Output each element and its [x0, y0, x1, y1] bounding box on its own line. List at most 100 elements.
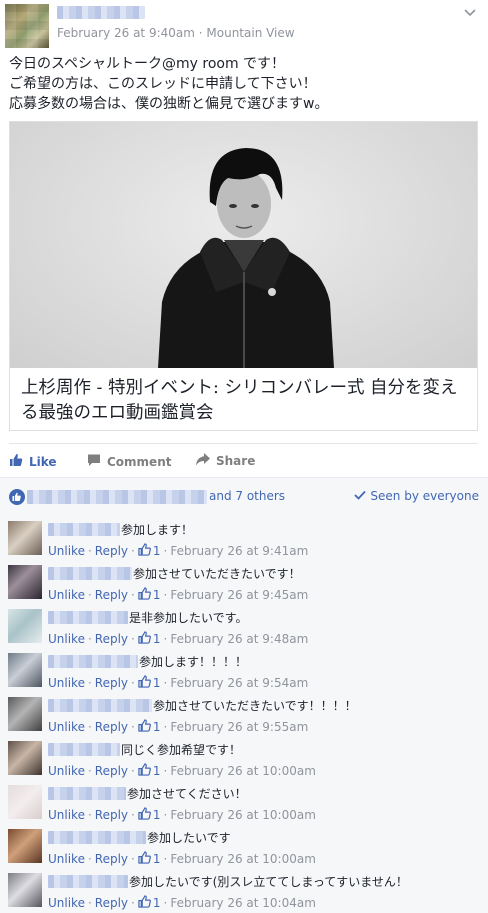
separator: · — [163, 852, 168, 866]
comment-text: 参加します！ — [121, 523, 194, 537]
comment-actions: Unlike · Reply · 1 · February 26 at 10:00am — [48, 807, 316, 823]
reply-link[interactable]: Reply — [95, 588, 128, 602]
separator: · — [131, 852, 135, 866]
commenter-name-redacted[interactable] — [48, 831, 146, 844]
link-preview-card[interactable]: 上杉周作 - 特別イベント: シリコンバレー式 自分を変える最強のエロ動画鑑賞会 — [9, 121, 478, 431]
comment-like-count[interactable]: 1 — [138, 807, 161, 823]
author-avatar[interactable] — [5, 4, 49, 48]
meta-separator: · — [194, 26, 207, 40]
unlike-link[interactable]: Unlike — [48, 632, 85, 646]
comment-text: 参加させてください！ — [127, 787, 247, 801]
comment-like-count[interactable]: 1 — [138, 763, 161, 779]
commenter-avatar[interactable] — [8, 741, 42, 775]
separator: · — [87, 676, 92, 690]
commenter-name-redacted[interactable] — [48, 699, 152, 712]
thumbs-up-outline-icon — [138, 895, 151, 911]
unlike-link[interactable]: Unlike — [48, 808, 85, 822]
unlike-link[interactable]: Unlike — [48, 720, 85, 734]
post-text: 今日のスペシャルトーク@my room です！ ご希望の方は、このスレッドに申請… — [9, 54, 479, 114]
comment-timestamp[interactable]: February 26 at 10:00am — [170, 764, 316, 778]
comment-timestamp[interactable]: February 26 at 10:00am — [170, 808, 316, 822]
separator: · — [163, 676, 168, 690]
unlike-link[interactable]: Unlike — [48, 764, 85, 778]
link-preview-title[interactable]: 上杉周作 - 特別イベント: シリコンバレー式 自分を変える最強のエロ動画鑑賞会 — [21, 376, 471, 426]
comment-timestamp[interactable]: February 26 at 9:55am — [170, 720, 308, 734]
comment-like-count[interactable]: 1 — [138, 543, 161, 559]
separator: · — [131, 764, 135, 778]
commenter-name-redacted[interactable] — [48, 611, 128, 624]
seen-by-everyone[interactable]: Seen by everyone — [354, 489, 479, 503]
comment-timestamp[interactable]: February 26 at 9:45am — [170, 588, 308, 602]
commenter-name-redacted[interactable] — [48, 743, 120, 756]
reply-link[interactable]: Reply — [95, 720, 128, 734]
comment-text: 是非参加したいです。 — [129, 611, 248, 625]
commenter-avatar[interactable] — [8, 785, 42, 819]
unlike-link[interactable]: Unlike — [48, 896, 85, 910]
commenter-avatar[interactable] — [8, 873, 42, 907]
separator: · — [87, 896, 92, 910]
comment-actions: Unlike · Reply · 1 · February 26 at 10:00am — [48, 763, 316, 779]
commenter-name-redacted[interactable] — [48, 655, 138, 668]
reply-link[interactable]: Reply — [95, 808, 128, 822]
commenter-name-redacted[interactable] — [48, 875, 128, 888]
thumbs-up-outline-icon — [138, 587, 151, 603]
comment-timestamp[interactable]: February 26 at 9:41am — [170, 544, 308, 558]
separator: · — [131, 808, 135, 822]
comment-timestamp[interactable]: February 26 at 9:48am — [170, 632, 308, 646]
commenter-avatar[interactable] — [8, 653, 42, 687]
likes-others-link[interactable]: and 7 others — [209, 489, 285, 503]
unlike-link[interactable]: Unlike — [48, 588, 85, 602]
separator: · — [87, 852, 92, 866]
likers-names-redacted[interactable] — [27, 490, 207, 504]
post-location[interactable]: Mountain View — [206, 26, 294, 40]
commenter-avatar[interactable] — [8, 697, 42, 731]
comment-like-count[interactable]: 1 — [138, 675, 161, 691]
comment-timestamp[interactable]: February 26 at 10:00am — [170, 852, 316, 866]
like-button[interactable]: Like — [9, 453, 57, 470]
thumbs-up-outline-icon — [138, 807, 151, 823]
seen-by-label: Seen by everyone — [370, 489, 479, 503]
post-text-line: ご希望の方は、このスレッドに申請して下さい！ — [9, 76, 317, 92]
comment-timestamp[interactable]: February 26 at 10:04am — [170, 896, 316, 910]
reply-link[interactable]: Reply — [95, 852, 128, 866]
comment-actions: Unlike · Reply · 1 · February 26 at 9:55am — [48, 719, 308, 735]
comment-like-count[interactable]: 1 — [138, 719, 161, 735]
share-button[interactable]: Share — [195, 453, 255, 469]
commenter-avatar[interactable] — [8, 521, 42, 555]
separator: · — [87, 588, 92, 602]
comment-item: 参加させてください！ Unlike · Reply · 1 · February 26 at … — [0, 779, 488, 823]
comment-button[interactable]: Comment — [87, 453, 171, 470]
commenter-avatar[interactable] — [8, 829, 42, 863]
comment-like-count[interactable]: 1 — [138, 631, 161, 647]
unlike-link[interactable]: Unlike — [48, 676, 85, 690]
unlike-link[interactable]: Unlike — [48, 544, 85, 558]
comment-like-count[interactable]: 1 — [138, 587, 161, 603]
reply-link[interactable]: Reply — [95, 764, 128, 778]
author-name-redacted[interactable] — [57, 6, 145, 19]
comment-item: 参加したいです Unlike · Reply · 1 · February 26 at 10:… — [0, 823, 488, 867]
comment-like-count[interactable]: 1 — [138, 895, 161, 911]
like-count: 1 — [152, 896, 161, 910]
commenter-name-redacted[interactable] — [48, 567, 132, 580]
commenter-avatar[interactable] — [8, 609, 42, 643]
reply-link[interactable]: Reply — [95, 632, 128, 646]
comment-actions: Unlike · Reply · 1 · February 26 at 10:04am — [48, 895, 316, 911]
separator: · — [131, 720, 135, 734]
unlike-link[interactable]: Unlike — [48, 852, 85, 866]
post-timestamp[interactable]: February 26 at 9:40am — [57, 26, 195, 40]
reply-link[interactable]: Reply — [95, 676, 128, 690]
chevron-down-icon[interactable] — [464, 6, 476, 20]
commenter-name-redacted[interactable] — [48, 787, 126, 800]
comment-text: 参加したいです(別スレ立ててしまってすいません！ — [129, 875, 408, 889]
comment-timestamp[interactable]: February 26 at 9:54am — [170, 676, 308, 690]
comment-like-count[interactable]: 1 — [138, 851, 161, 867]
comment-text: 参加させていただきたいです！ — [133, 567, 301, 581]
separator: · — [87, 764, 92, 778]
link-preview-image[interactable] — [10, 122, 477, 368]
reply-link[interactable]: Reply — [95, 896, 128, 910]
post-header: February 26 at 9:40am · Mountain View — [0, 0, 488, 50]
comment-item: 是非参加したいです。 Unlike · Reply · 1 · February 26 at … — [0, 603, 488, 647]
commenter-name-redacted[interactable] — [48, 523, 120, 536]
reply-link[interactable]: Reply — [95, 544, 128, 558]
commenter-avatar[interactable] — [8, 565, 42, 599]
